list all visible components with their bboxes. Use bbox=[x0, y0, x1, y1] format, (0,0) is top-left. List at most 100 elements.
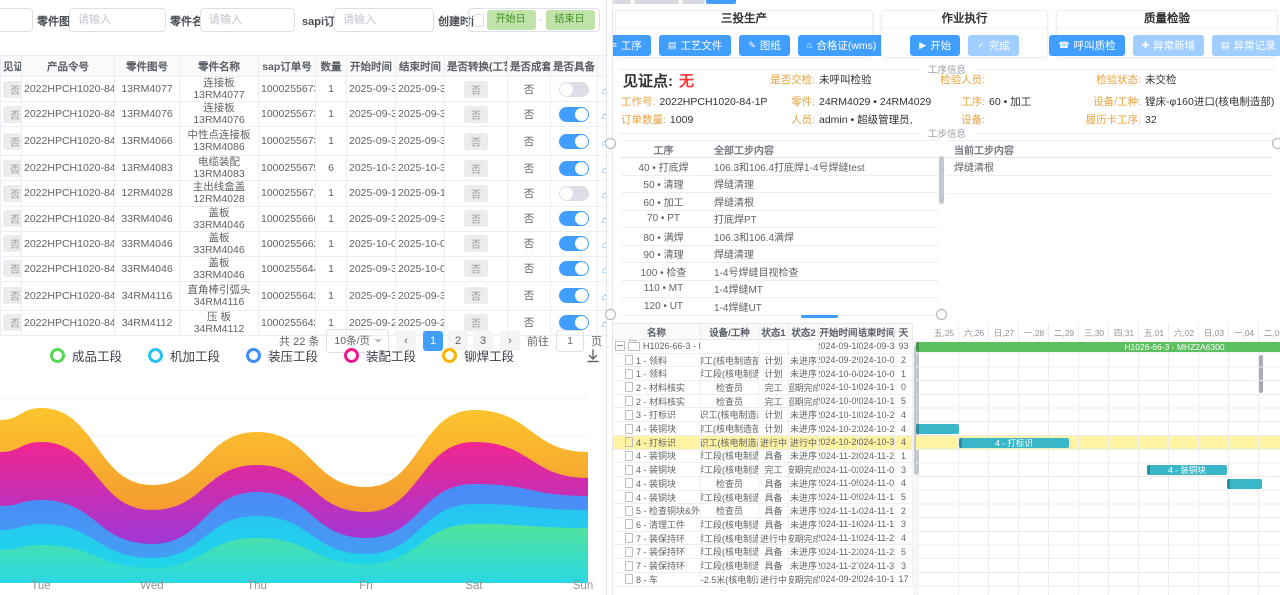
button-呼叫质检[interactable]: ☎呼叫质检 bbox=[1049, 35, 1124, 56]
column-header: 结束时间 bbox=[859, 324, 895, 339]
part-name-input[interactable] bbox=[200, 8, 295, 32]
legend-item[interactable]: 装配工段 bbox=[344, 346, 416, 365]
tab-segment-active[interactable] bbox=[706, 0, 736, 4]
legend-item[interactable]: 装压工段 bbox=[246, 346, 318, 365]
process-row[interactable]: 110 • MT1-4焊缝MT bbox=[621, 281, 939, 299]
completeness-link[interactable]: ⌂成套性 bbox=[602, 190, 607, 201]
part-no-input[interactable] bbox=[69, 8, 166, 32]
gantt-row[interactable]: 1 - 领料铆工(核电制造部)计划未进序2024-09-292024-10-01… bbox=[613, 354, 913, 368]
splitter-handle[interactable] bbox=[1272, 138, 1280, 149]
step-table-row[interactable]: 焊缝清根 bbox=[946, 158, 1273, 176]
gantt-row[interactable]: 3 - 打标识标识工(核电制造部)计划未进序2024-10-182024-10-… bbox=[613, 409, 913, 423]
process-row[interactable]: 100 • 检查1-4号焊缝目视检查 bbox=[621, 263, 939, 281]
gantt-row[interactable]: 1 - 领料铆焊工段(核电制造部)计划未进序2024-10-042024-10-… bbox=[613, 367, 913, 381]
convert-badge[interactable]: 否 bbox=[464, 106, 488, 123]
button-异常新增[interactable]: ✚异常新增 bbox=[1133, 35, 1205, 56]
process-row[interactable]: 90 • 清理焊缝清理 bbox=[621, 246, 939, 264]
tab-segment-2[interactable] bbox=[634, 0, 679, 4]
process-row[interactable]: 60 • 加工焊缝清根 bbox=[621, 193, 939, 211]
convert-badge[interactable]: 否 bbox=[464, 133, 488, 150]
completeness-link[interactable]: ⌂成套性 bbox=[602, 292, 607, 303]
ready-toggle[interactable] bbox=[559, 161, 589, 176]
button-开始[interactable]: ▶开始 bbox=[910, 35, 960, 56]
process-row[interactable]: 80 • 满焊106.3和106.4满焊 bbox=[621, 228, 939, 246]
process-row[interactable]: 70 • PT打底焊PT bbox=[621, 211, 939, 229]
button-合格证(wms)[interactable]: ⌂合格证(wms) bbox=[798, 35, 886, 56]
section-divider-step-info: 工步信息 bbox=[619, 126, 1275, 140]
splitter-handle[interactable] bbox=[605, 309, 616, 320]
process-row[interactable]: 120 • UT1-4焊缝UT bbox=[621, 298, 939, 316]
gantt-bar[interactable] bbox=[1227, 479, 1262, 490]
gantt-bar[interactable]: H1026-66-3 - MHZ2A6300 bbox=[916, 342, 1280, 353]
ready-toggle[interactable] bbox=[559, 236, 589, 251]
download-icon[interactable] bbox=[585, 348, 601, 369]
convert-badge[interactable]: 否 bbox=[464, 287, 488, 304]
button-完成[interactable]: ✓完成 bbox=[968, 35, 1019, 56]
gantt-row[interactable]: 5 - 检查铜块&外径检查员具备未进序2024-11-142024-11-162 bbox=[613, 504, 913, 518]
button-图纸[interactable]: ✎图纸 bbox=[739, 35, 790, 56]
gantt-row[interactable]: 8 - 车立车-2.5米(核电制造部)进行中按期完成2024-09-252024… bbox=[613, 573, 913, 587]
process-table-scrollbar[interactable] bbox=[939, 156, 944, 204]
convert-badge[interactable]: 否 bbox=[464, 81, 488, 98]
gantt-bar[interactable]: 4 - 打标识 bbox=[959, 438, 1069, 449]
start-date-pill[interactable]: 开始日期 bbox=[487, 10, 537, 30]
gantt-row[interactable]: 7 - 装保持环铆焊工段(核电制造部)进行中按期完成2024-11-192024… bbox=[613, 532, 913, 546]
ready-toggle[interactable] bbox=[559, 82, 589, 97]
info-field: 是否交检:未呼叫检验 bbox=[743, 72, 872, 87]
convert-badge[interactable]: 否 bbox=[464, 160, 488, 177]
end-date-pill[interactable]: 结束日期 bbox=[546, 10, 596, 30]
ready-toggle[interactable] bbox=[559, 186, 589, 201]
ready-toggle[interactable] bbox=[559, 261, 589, 276]
ready-toggle[interactable] bbox=[559, 107, 589, 122]
gantt-row[interactable]: 4 - 装铜块铆工(核电制造部)计划未进序2024-10-222024-10-2… bbox=[613, 422, 913, 436]
button-异常记录[interactable]: ▤异常记录 bbox=[1212, 35, 1280, 56]
gantt-row[interactable]: 4 - 打标识标识工(核电制造部)进行中进行中2024-10-262024-10… bbox=[613, 436, 913, 450]
gantt-bar[interactable] bbox=[916, 424, 959, 435]
splitter-handle[interactable] bbox=[936, 309, 947, 320]
sap-order-input[interactable] bbox=[334, 8, 434, 32]
completeness-link[interactable]: ⌂成套性 bbox=[602, 86, 607, 97]
completeness-link[interactable]: ⌂成套性 bbox=[602, 265, 607, 276]
gantt-row[interactable]: 6 - 清理工件铆焊工段(核电制造部)具备未进序2024-11-162024-1… bbox=[613, 518, 913, 532]
ready-toggle[interactable] bbox=[559, 134, 589, 149]
legend-item[interactable]: 机加工段 bbox=[148, 346, 220, 365]
gantt-row[interactable]: 2 - 材料核实检查员完工超期完成2024-10-092024-10-145 bbox=[613, 395, 913, 409]
process-row[interactable]: 40 • 打底焊106.3和106.4打底焊1-4号焊缝test bbox=[621, 158, 939, 176]
gantt-bar[interactable]: 4 - 装铜块 bbox=[1147, 465, 1227, 476]
convert-badge[interactable]: 否 bbox=[464, 235, 488, 252]
gantt-row[interactable]: 4 - 装铜块铆焊工段(核电制造部)具备未进序2024-11-092024-11… bbox=[613, 491, 913, 505]
tab-segment-3[interactable] bbox=[682, 0, 705, 4]
gantt-row[interactable]: 2 - 材料核实检查员完工超期完成2024-10-102024-10-100 bbox=[613, 381, 913, 395]
tab-segment-1[interactable] bbox=[613, 0, 631, 4]
completeness-link[interactable]: ⌂成套性 bbox=[602, 215, 607, 226]
process-row[interactable]: 50 • 清理焊缝清理 bbox=[621, 176, 939, 194]
date-checkbox[interactable] bbox=[473, 14, 484, 27]
completeness-link[interactable]: ⌂成套性 bbox=[602, 111, 607, 122]
convert-badge[interactable]: 否 bbox=[464, 185, 488, 202]
goto-page-input[interactable]: 1 bbox=[556, 330, 584, 352]
gantt-row[interactable]: 7 - 装保持环铆焊工段(核电制造部)具备未进序2024-11-222024-1… bbox=[613, 546, 913, 560]
gantt-row[interactable]: 4 - 装铜块铆焊工段(核电制造部)完工按期完成2024-11-022024-1… bbox=[613, 463, 913, 477]
table-row: 否2022HPCH1020-84-1M13RM4076连接板 13RM40761… bbox=[1, 102, 608, 127]
ready-toggle[interactable] bbox=[559, 211, 589, 226]
convert-badge[interactable]: 否 bbox=[464, 210, 488, 227]
legend-item[interactable]: 铆焊工段 bbox=[442, 346, 514, 365]
collapse-icon[interactable] bbox=[615, 341, 625, 351]
gantt-row[interactable]: H1026-66-3 - MHZ2A63002024-09-182024-09-… bbox=[613, 340, 913, 354]
convert-badge[interactable]: 否 bbox=[464, 260, 488, 277]
legend-item[interactable]: 成品工段 bbox=[50, 346, 122, 365]
ready-toggle[interactable] bbox=[559, 288, 589, 303]
gantt-row[interactable]: 7 - 装保持环铆焊工段(核电制造部)具备未进序2024-11-272024-1… bbox=[613, 559, 913, 573]
completeness-link[interactable]: ⌂成套性 bbox=[602, 319, 607, 330]
completeness-link[interactable]: ⌂成套性 bbox=[602, 240, 607, 251]
cell-sap: 10002556730 bbox=[259, 127, 316, 156]
date-range-picker[interactable]: 开始日期 - 结束日期 bbox=[468, 8, 600, 32]
button-工艺文件[interactable]: ▤工艺文件 bbox=[659, 35, 732, 56]
splitter-handle[interactable] bbox=[605, 138, 616, 149]
completeness-link[interactable]: ⌂成套性 bbox=[602, 165, 607, 176]
gantt-row[interactable]: 4 - 装铜块铆焊工段(核电制造部)具备未进序2024-11-282024-11… bbox=[613, 450, 913, 464]
filter-input-cut[interactable] bbox=[0, 8, 33, 32]
gantt-row[interactable]: 4 - 装铜块检查员具备未进序2024-11-052024-11-094 bbox=[613, 477, 913, 491]
process-table-hscrollbar[interactable] bbox=[801, 315, 838, 318]
button-工序[interactable]: ≡工序 bbox=[612, 35, 651, 56]
